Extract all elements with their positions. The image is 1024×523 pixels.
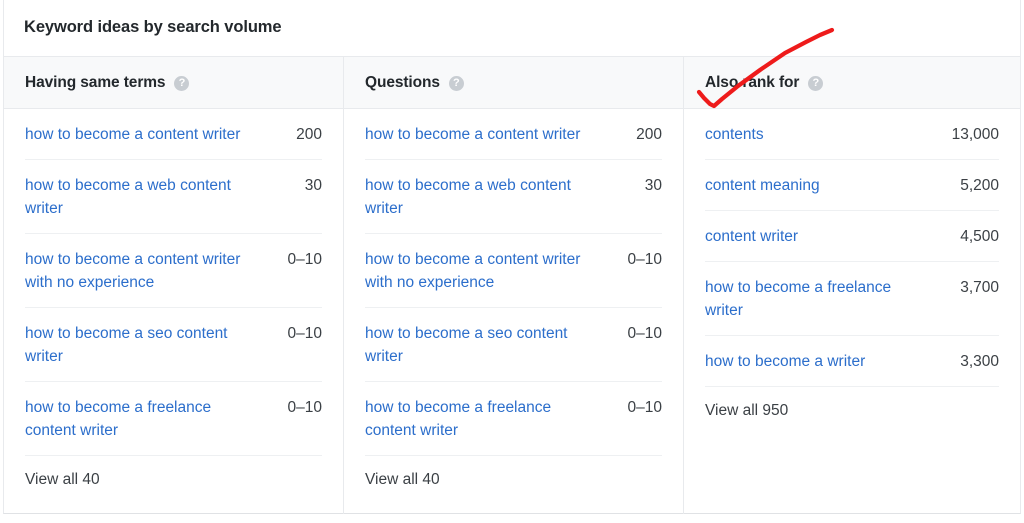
- view-all-link[interactable]: View all 40: [25, 456, 100, 489]
- keyword-link[interactable]: how to become a freelance writer: [705, 276, 920, 322]
- keyword-link[interactable]: content writer: [705, 225, 798, 248]
- search-volume: 200: [636, 126, 662, 143]
- table-row: how to become a freelance writer 3,700: [705, 262, 999, 336]
- column-title: Also rank for: [705, 73, 800, 91]
- search-volume: 200: [296, 126, 322, 143]
- search-volume: 0–10: [287, 399, 322, 416]
- column-title: Having same terms: [25, 73, 166, 91]
- table-row: how to become a freelance content writer…: [365, 382, 662, 456]
- keyword-link[interactable]: how to become a seo content writer: [365, 322, 595, 368]
- table-row: content meaning 5,200: [705, 160, 999, 211]
- keyword-link[interactable]: how to become a content writer with no e…: [25, 248, 255, 294]
- keyword-link[interactable]: how to become a freelance content writer: [25, 396, 255, 442]
- page-title: Keyword ideas by search volume: [4, 0, 1020, 56]
- keyword-link[interactable]: how to become a content writer: [365, 123, 580, 146]
- table-row: how to become a seo content writer 0–10: [25, 308, 322, 382]
- search-volume: 0–10: [627, 325, 662, 342]
- view-all-link[interactable]: View all 950: [705, 387, 788, 420]
- column-header-having-same-terms: Having same terms ?: [4, 57, 343, 109]
- search-volume: 13,000: [951, 126, 999, 143]
- keyword-columns: Having same terms ? how to become a cont…: [4, 56, 1020, 514]
- keyword-link[interactable]: how to become a web content writer: [25, 174, 255, 220]
- keyword-link[interactable]: how to become a writer: [705, 350, 865, 373]
- search-volume: 0–10: [287, 325, 322, 342]
- keyword-link[interactable]: how to become a seo content writer: [25, 322, 255, 368]
- search-volume: 3,300: [960, 353, 999, 370]
- view-all-link[interactable]: View all 40: [365, 456, 440, 489]
- table-row: how to become a content writer with no e…: [365, 234, 662, 308]
- table-row: how to become a content writer 200: [25, 109, 322, 160]
- keyword-link[interactable]: how to become a content writer: [25, 123, 240, 146]
- table-row: how to become a web content writer 30: [365, 160, 662, 234]
- search-volume: 3,700: [960, 279, 999, 296]
- column-also-rank-for: Also rank for ? contents 13,000 content …: [683, 57, 1020, 514]
- search-volume: 4,500: [960, 228, 999, 245]
- keyword-ideas-widget: Keyword ideas by search volume Having sa…: [3, 0, 1021, 514]
- search-volume: 0–10: [627, 251, 662, 268]
- search-volume: 5,200: [960, 177, 999, 194]
- search-volume: 30: [304, 177, 322, 194]
- column-questions: Questions ? how to become a content writ…: [343, 57, 683, 514]
- table-row: contents 13,000: [705, 109, 999, 160]
- column-body: how to become a content writer 200 how t…: [4, 109, 343, 489]
- column-header-also-rank-for: Also rank for ?: [684, 57, 1020, 109]
- keyword-link[interactable]: how to become a content writer with no e…: [365, 248, 595, 294]
- help-circle-icon[interactable]: ?: [174, 76, 190, 91]
- keyword-link[interactable]: how to become a freelance content writer: [365, 396, 595, 442]
- keyword-link[interactable]: content meaning: [705, 174, 820, 197]
- table-row: content writer 4,500: [705, 211, 999, 262]
- keyword-link[interactable]: how to become a web content writer: [365, 174, 595, 220]
- table-row: how to become a seo content writer 0–10: [365, 308, 662, 382]
- search-volume: 30: [644, 177, 662, 194]
- keyword-link[interactable]: contents: [705, 123, 764, 146]
- table-row: how to become a freelance content writer…: [25, 382, 322, 456]
- column-having-same-terms: Having same terms ? how to become a cont…: [4, 57, 343, 514]
- column-header-questions: Questions ?: [344, 57, 683, 109]
- search-volume: 0–10: [287, 251, 322, 268]
- table-row: how to become a content writer with no e…: [25, 234, 322, 308]
- table-row: how to become a content writer 200: [365, 109, 662, 160]
- help-circle-icon[interactable]: ?: [448, 76, 464, 91]
- help-circle-icon[interactable]: ?: [808, 76, 824, 91]
- search-volume: 0–10: [627, 399, 662, 416]
- table-row: how to become a web content writer 30: [25, 160, 322, 234]
- table-row: how to become a writer 3,300: [705, 336, 999, 387]
- column-body: how to become a content writer 200 how t…: [344, 109, 683, 489]
- column-body: contents 13,000 content meaning 5,200 co…: [684, 109, 1020, 420]
- column-title: Questions: [365, 73, 440, 91]
